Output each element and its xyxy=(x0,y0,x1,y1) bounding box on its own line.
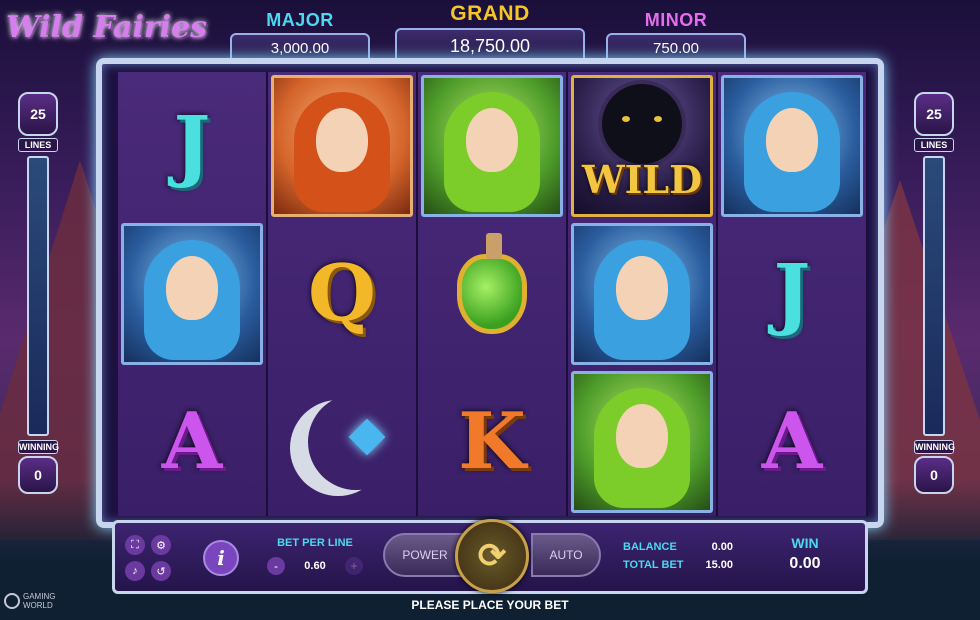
fairy-face xyxy=(466,108,518,172)
lines-label: LINES xyxy=(914,138,954,152)
symbol-Q: Q xyxy=(268,220,416,368)
letter-A: A xyxy=(161,396,223,487)
info-button[interactable]: i xyxy=(203,540,239,576)
fairy-face xyxy=(166,256,218,320)
jackpot-grand: GRAND 18,750.00 xyxy=(395,2,585,65)
panther-icon xyxy=(602,84,682,164)
reel-4: WILD xyxy=(568,72,718,516)
winning-count: 0 xyxy=(914,456,954,494)
jackpot-grand-label: GRAND xyxy=(450,2,530,25)
winning-count: 0 xyxy=(18,456,58,494)
letter-A: A xyxy=(761,396,823,487)
potion-icon xyxy=(457,233,527,334)
symbol-moon xyxy=(268,368,416,516)
lines-bar xyxy=(27,156,49,436)
reel-2: Q xyxy=(268,72,418,516)
fairy-blue-tile xyxy=(721,75,863,217)
letter-Q: Q xyxy=(308,248,376,339)
symbol-wild: WILD xyxy=(568,72,716,220)
fairy-face xyxy=(616,404,668,468)
reel-1: J A xyxy=(118,72,268,516)
winning-label: WINNING xyxy=(914,440,955,454)
moon-icon xyxy=(308,394,404,490)
symbol-J: J xyxy=(118,72,266,220)
win-label: WIN xyxy=(791,535,819,551)
balance-label: BALANCE xyxy=(623,541,677,553)
jackpot-major-label: MAJOR xyxy=(266,10,334,30)
gear-icon[interactable]: ⚙ xyxy=(151,535,171,555)
fairy-red-tile xyxy=(271,75,413,217)
history-icon[interactable]: ↺ xyxy=(151,561,171,581)
symbol-A: A xyxy=(718,368,866,516)
fairy-green-tile xyxy=(571,371,713,513)
reels-grid: J A Q K WILD J A xyxy=(118,72,868,516)
jackpot-minor-label: MINOR xyxy=(644,10,708,30)
fullscreen-icon[interactable]: ⛶ xyxy=(125,535,145,555)
bet-increase-button[interactable]: + xyxy=(344,557,363,575)
symbol-A: A xyxy=(118,368,266,516)
bet-per-line-label: BET PER LINE xyxy=(277,537,353,549)
symbol-fairy-green xyxy=(418,72,566,220)
balance-value: 0.00 xyxy=(711,541,733,553)
game-logo: Wild Fairies xyxy=(6,10,208,45)
win-panel: WIN 0.00 xyxy=(765,535,845,573)
bet-per-line-stepper: - 0.60 + xyxy=(267,557,363,575)
status-message: PLEASE PLACE YOUR BET xyxy=(411,598,569,612)
winning-label: WINNING xyxy=(18,440,59,454)
fairy-face xyxy=(766,108,818,172)
total-bet-label: TOTAL BET xyxy=(623,559,684,571)
lines-meter-right: 25 LINES WINNING 0 xyxy=(914,92,955,512)
control-bar: ⛶ ⚙ ♪ ↺ i BET PER LINE - 0.60 + POWER AU… xyxy=(112,519,868,594)
auto-button[interactable]: AUTO xyxy=(531,533,601,577)
gem-icon xyxy=(348,418,386,456)
balance-panel: BALANCE 0.00 TOTAL BET 15.00 xyxy=(623,541,733,577)
spin-button[interactable]: ⟳ xyxy=(455,519,529,593)
letter-K: K xyxy=(458,396,526,487)
reel-frame: J A Q K WILD J A xyxy=(96,58,884,528)
sound-icon[interactable]: ♪ xyxy=(125,561,145,581)
reel-3: K xyxy=(418,72,568,516)
letter-J: J xyxy=(173,100,211,191)
fairy-green-tile xyxy=(421,75,563,217)
symbol-potion xyxy=(418,220,566,368)
fairy-blue-tile xyxy=(571,223,713,365)
jackpot-minor: MINOR 750.00 xyxy=(606,10,746,64)
win-value: 0.00 xyxy=(789,555,821,572)
symbol-J: J xyxy=(718,220,866,368)
symbol-fairy-blue xyxy=(118,220,266,368)
letter-J: J xyxy=(773,248,811,339)
symbol-fairy-red xyxy=(268,72,416,220)
lines-count: 25 xyxy=(914,92,954,136)
total-bet-value: 15.00 xyxy=(705,559,733,571)
lines-meter-left: 25 LINES WINNING 0 xyxy=(18,92,59,512)
bet-per-line: BET PER LINE - 0.60 + xyxy=(267,537,363,575)
wild-tile: WILD xyxy=(571,75,713,217)
symbol-fairy-blue xyxy=(568,220,716,368)
wild-label: WILD xyxy=(581,157,703,202)
fairy-face xyxy=(616,256,668,320)
jackpot-major: MAJOR 3,000.00 xyxy=(230,10,370,64)
symbol-fairy-blue xyxy=(718,72,866,220)
bet-decrease-button[interactable]: - xyxy=(267,557,285,575)
lines-bar xyxy=(923,156,945,436)
utility-buttons: ⛶ ⚙ ♪ ↺ xyxy=(125,535,171,581)
lines-label: LINES xyxy=(18,138,58,152)
panther-eyes xyxy=(622,116,662,122)
reel-5: J A xyxy=(718,72,868,516)
symbol-K: K xyxy=(418,368,566,516)
symbol-fairy-green xyxy=(568,368,716,516)
lines-count: 25 xyxy=(18,92,58,136)
fairy-face xyxy=(316,108,368,172)
fairy-blue-tile xyxy=(121,223,263,365)
bet-per-line-value: 0.60 xyxy=(304,560,326,572)
